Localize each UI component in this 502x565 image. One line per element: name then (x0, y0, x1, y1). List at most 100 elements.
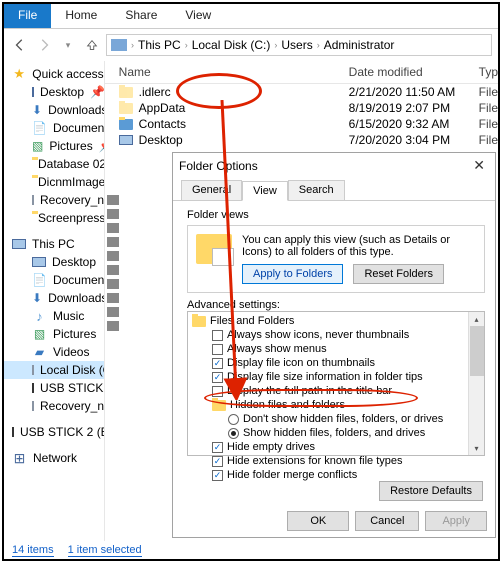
checkbox[interactable] (212, 330, 223, 341)
ok-button[interactable]: OK (287, 511, 349, 531)
scroll-up-icon[interactable]: ▴ (469, 312, 484, 326)
radio-show-hidden[interactable] (228, 428, 239, 439)
sidebar-usb-root[interactable]: USB STICK 2 (E:) (4, 423, 104, 441)
sidebar-screenpresso[interactable]: Screenpresso (4, 209, 104, 227)
checkbox[interactable]: ✓ (212, 470, 223, 481)
folder-icon (119, 119, 133, 130)
address-bar[interactable]: › This PC› Local Disk (C:)› Users› Admin… (106, 34, 492, 56)
sidebar-desktop2[interactable]: Desktop (4, 253, 104, 271)
chevron-right-icon: › (129, 40, 136, 50)
sidebar-recovery[interactable]: Recovery_new (F:) (4, 191, 104, 209)
network-icon: ⊞ (12, 451, 27, 465)
nav-forward-icon[interactable] (34, 35, 54, 55)
ribbon-view[interactable]: View (171, 4, 225, 28)
dialog-title: Folder Options (179, 159, 469, 173)
folder-icon (119, 103, 133, 114)
sidebar-local-disk[interactable]: Local Disk (C:) (4, 361, 104, 379)
sidebar-desktop[interactable]: Desktop📌 (4, 83, 104, 101)
sidebar-downloads2[interactable]: ⬇Downloads (4, 289, 104, 307)
column-name[interactable]: Name (119, 65, 349, 79)
desktop-icon (32, 87, 34, 97)
usb-icon (12, 427, 14, 437)
advanced-label: Advanced settings: (187, 299, 485, 311)
checkbox[interactable] (212, 344, 223, 355)
nav-back-icon[interactable] (10, 35, 30, 55)
crumb[interactable]: Users (281, 38, 312, 52)
file-row-appdata[interactable]: AppData8/19/2019 2:07 PMFile (105, 100, 498, 116)
status-bar: 14 items 1 item selected (12, 544, 142, 557)
nav-bar: ▾ › This PC› Local Disk (C:)› Users› Adm… (4, 29, 498, 61)
column-type[interactable]: Typ (479, 65, 498, 79)
pc-icon (12, 239, 26, 249)
tab-view[interactable]: View (242, 181, 288, 201)
scroll-down-icon[interactable]: ▾ (469, 441, 484, 455)
tab-search[interactable]: Search (288, 180, 345, 200)
sidebar-pictures2[interactable]: ▧Pictures (4, 325, 104, 343)
crumb[interactable]: Local Disk (C:) (192, 38, 271, 52)
scroll-thumb[interactable] (470, 326, 484, 376)
checkbox[interactable]: ✓ (212, 358, 223, 369)
sidebar-videos[interactable]: ▰Videos (4, 343, 104, 361)
reset-folders-button[interactable]: Reset Folders (353, 264, 443, 284)
folder-icon (119, 87, 133, 98)
tab-general[interactable]: General (181, 180, 242, 200)
star-icon: ★ (12, 67, 26, 81)
sidebar-network[interactable]: ⊞Network (4, 449, 104, 467)
column-headers: Name Date modified Typ (105, 61, 498, 84)
crumb[interactable]: This PC (138, 38, 181, 52)
sidebar-usb[interactable]: USB STICK 2 (E:) (4, 379, 104, 397)
close-icon[interactable]: ✕ (469, 157, 489, 174)
radio[interactable] (228, 414, 239, 425)
checkbox[interactable]: ✓ (212, 456, 223, 467)
folder-views-label: Folder views (187, 209, 485, 221)
video-icon: ▰ (32, 345, 47, 359)
apply-to-folders-button[interactable]: Apply to Folders (242, 264, 343, 284)
folder-icon (212, 400, 226, 411)
drive-icon (32, 365, 34, 375)
folder-views-box: You can apply this view (such as Details… (187, 225, 485, 293)
nav-pane: ★Quick access Desktop📌 ⬇Downloads📌 📄Docu… (4, 61, 105, 541)
drive-icon (32, 401, 34, 411)
download-icon: ⬇ (32, 291, 42, 305)
crumb[interactable]: Administrator (324, 38, 395, 52)
folder-options-dialog: Folder Options ✕ General View Search Fol… (172, 152, 496, 538)
ribbon-share[interactable]: Share (111, 4, 171, 28)
sidebar-music[interactable]: ♪Music (4, 307, 104, 325)
ribbon-file[interactable]: File (4, 4, 51, 28)
ribbon-home[interactable]: Home (51, 4, 111, 28)
picture-icon: ▧ (32, 327, 47, 341)
ribbon-tabs: File Home Share View (4, 4, 498, 29)
file-row[interactable]: Desktop7/20/2020 3:04 PMFile (105, 132, 498, 148)
column-date[interactable]: Date modified (349, 65, 479, 79)
sidebar-pictures[interactable]: ▧Pictures📌 (4, 137, 104, 155)
sidebar-dicnm[interactable]: DicnmImageServer (4, 173, 104, 191)
desktop-icon (119, 135, 133, 145)
advanced-settings-tree[interactable]: Files and Folders Always show icons, nev… (187, 311, 485, 456)
nav-recent-icon[interactable]: ▾ (58, 35, 78, 55)
document-icon: 📄 (32, 273, 47, 287)
scrollbar[interactable]: ▴ ▾ (468, 312, 484, 455)
nav-up-icon[interactable] (82, 35, 102, 55)
checkbox[interactable]: ✓ (212, 442, 223, 453)
sidebar-thispc[interactable]: This PC (4, 235, 104, 253)
drive-icon (32, 195, 34, 205)
apply-button[interactable]: Apply (425, 511, 487, 531)
folder-views-text: You can apply this view (such as Details… (242, 234, 476, 258)
sidebar-documents2[interactable]: 📄Documents (4, 271, 104, 289)
checkbox[interactable]: ✓ (212, 372, 223, 383)
sidebar-recovery2[interactable]: Recovery_new (F:) (4, 397, 104, 415)
obscured-icons (105, 191, 119, 335)
status-selected: 1 item selected (68, 544, 142, 557)
quick-access[interactable]: ★Quick access (4, 65, 104, 83)
restore-defaults-button[interactable]: Restore Defaults (379, 481, 483, 501)
pin-icon: 📌 (90, 85, 105, 99)
sidebar-downloads[interactable]: ⬇Downloads📌 (4, 101, 104, 119)
pc-icon (111, 39, 127, 51)
file-row[interactable]: Contacts6/15/2020 9:32 AMFile (105, 116, 498, 132)
file-row[interactable]: .idlerc2/21/2020 11:50 AMFile (105, 84, 498, 100)
checkbox[interactable] (212, 386, 223, 397)
sidebar-db02[interactable]: Database 02 (4, 155, 104, 173)
cancel-button[interactable]: Cancel (355, 511, 419, 531)
music-icon: ♪ (32, 309, 47, 323)
sidebar-documents[interactable]: 📄Documents📌 (4, 119, 104, 137)
